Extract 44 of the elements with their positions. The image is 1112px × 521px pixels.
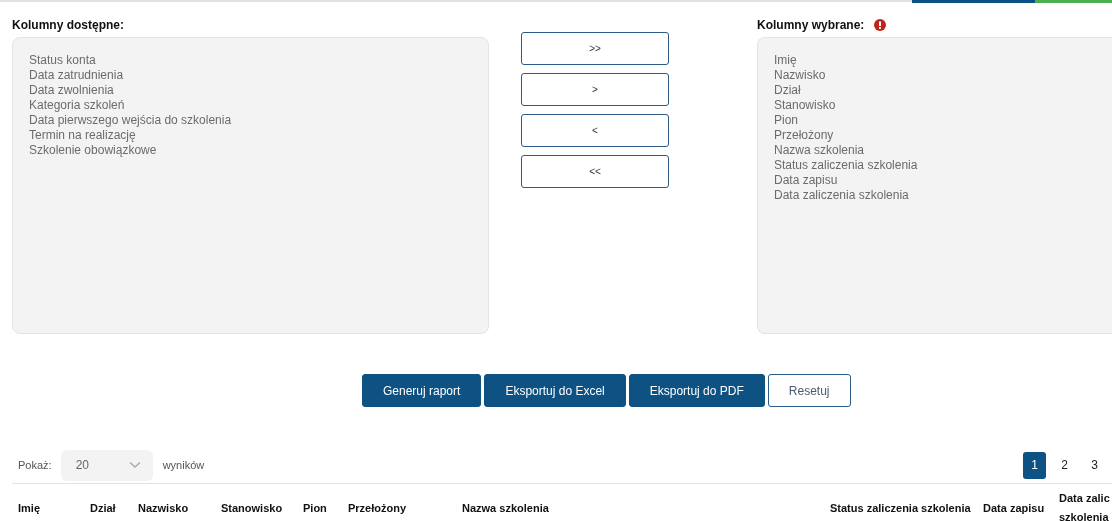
column-header: Stanowisko <box>221 500 284 516</box>
move-button[interactable]: >> <box>521 32 669 65</box>
list-item[interactable]: Przełożony <box>774 128 1096 143</box>
list-title: Kolumny dostępne: <box>12 18 124 32</box>
list-item[interactable]: Status zaliczenia szkolenia <box>774 158 1096 173</box>
action-button[interactable]: Generuj raport <box>362 374 482 407</box>
action-button[interactable]: Eksportuj do Excel <box>484 374 626 407</box>
column-header: Imię <box>18 500 41 516</box>
list-item[interactable]: Termin na realizację <box>29 128 472 143</box>
page-size-select[interactable]: 20 <box>60 449 153 481</box>
list-item[interactable]: Data zapisu <box>774 173 1096 188</box>
list-item[interactable]: Nazwa szkolenia <box>774 143 1096 158</box>
show-label: Pokaż: <box>18 459 52 471</box>
list-item[interactable]: Data zaliczenia szkolenia <box>774 188 1096 203</box>
column-header: Przełożony <box>348 500 408 516</box>
list-item[interactable]: Data zwolnienia <box>29 83 472 98</box>
list-item[interactable]: Kategoria szkoleń <box>29 98 472 113</box>
action-button[interactable]: Eksportuj do PDF <box>628 374 765 407</box>
page-button[interactable]: 1 <box>1023 451 1046 479</box>
page-button[interactable]: 2 <box>1053 451 1076 479</box>
page-button[interactable]: 3 <box>1083 451 1106 479</box>
move-button[interactable]: << <box>521 155 669 188</box>
list-item[interactable]: Nazwisko <box>774 68 1096 83</box>
column-header: Nazwisko <box>138 500 190 516</box>
reset-button[interactable]: Resetuj <box>767 374 851 407</box>
list-item[interactable]: Szkolenie obowiązkowe <box>29 143 472 158</box>
list-item[interactable]: Dział <box>774 83 1096 98</box>
results-label: wyników <box>162 459 205 471</box>
list-item[interactable]: Data zatrudnienia <box>29 68 472 83</box>
list-item[interactable]: Imię <box>774 53 1096 68</box>
column-header: Data zapisu <box>983 500 1046 516</box>
move-button[interactable]: > <box>521 73 669 106</box>
move-button[interactable]: < <box>521 114 669 147</box>
column-header: Dział <box>90 500 117 516</box>
column-header: Status zaliczenia szkolenia <box>830 500 972 516</box>
list-item[interactable]: Status konta <box>29 53 472 68</box>
column-header: Data zalic szkolenia <box>1059 491 1111 521</box>
list-title: Kolumny wybrane: <box>757 18 865 32</box>
list-item[interactable]: Pion <box>774 113 1096 128</box>
list-item[interactable]: Data pierwszego wejścia do szkolenia <box>29 113 472 128</box>
column-header: Pion <box>303 500 328 516</box>
column-header: Nazwa szkolenia <box>462 500 550 516</box>
chevron-down-icon <box>128 461 141 469</box>
list-item[interactable]: Stanowisko <box>774 98 1096 113</box>
